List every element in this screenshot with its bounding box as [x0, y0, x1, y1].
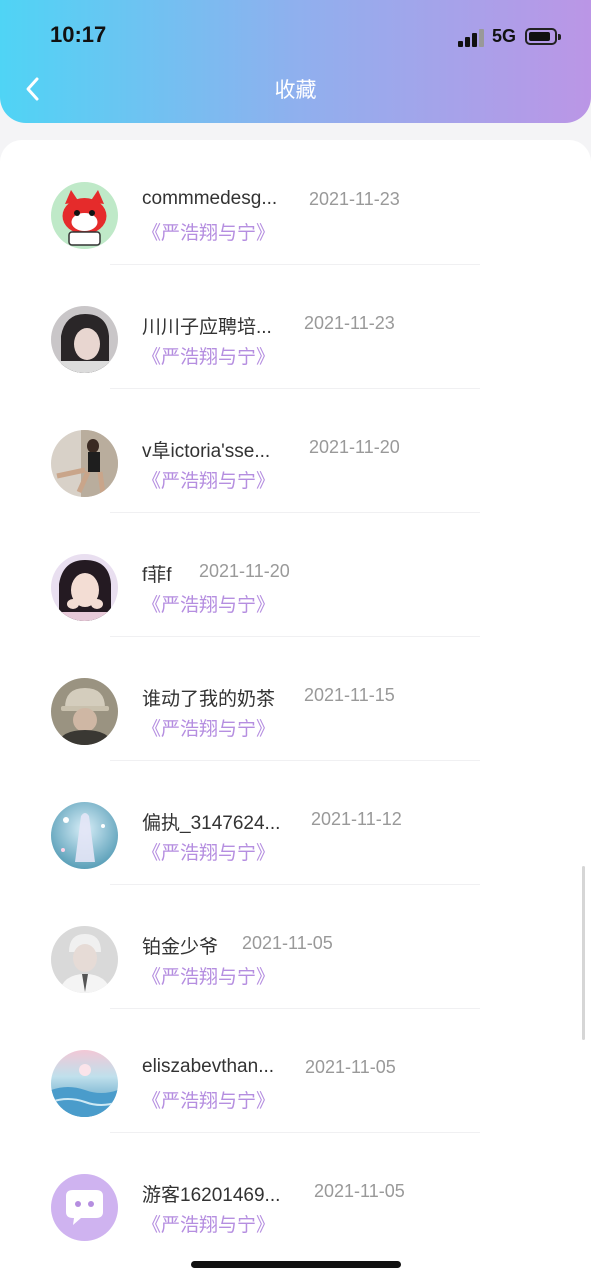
page-title: 收藏 — [274, 79, 317, 102]
list-item[interactable]: eliszabevthan... 2021-11-05 《严浩翔与宁》 — [0, 1008, 591, 1133]
collect-date: 2021-11-05 — [242, 933, 333, 953]
user-name: 偏执_3147624... — [142, 813, 281, 834]
collect-date: 2021-11-20 — [199, 561, 290, 581]
user-name: 谁动了我的奶茶 — [142, 689, 276, 710]
collect-date: 2021-11-23 — [309, 189, 400, 209]
book-title-link[interactable]: 《严浩翔与宁》 — [142, 218, 275, 245]
user-name: 游客16201469... — [142, 1185, 281, 1206]
user-name: v阜ictoria'sse... — [142, 441, 271, 462]
book-title-link[interactable]: 《严浩翔与宁》 — [142, 838, 275, 865]
battery-icon — [525, 28, 561, 45]
book-title-link[interactable]: 《严浩翔与宁》 — [142, 962, 275, 989]
collect-date: 2021-11-05 — [305, 1057, 396, 1077]
home-indicator — [191, 1261, 401, 1268]
user-name: 川川子应聘培... — [142, 317, 272, 338]
collect-date: 2021-11-23 — [304, 313, 395, 333]
avatar — [51, 1174, 118, 1241]
avatar — [51, 802, 118, 869]
chat-bubble-icon — [51, 1174, 118, 1241]
avatar — [51, 678, 118, 745]
collect-date: 2021-11-20 — [309, 437, 400, 457]
favorites-list: commmedesg... 2021-11-23 《严浩翔与宁》 川川子应聘培.… — [0, 140, 591, 1280]
user-name: 铂金少爷 — [142, 937, 219, 958]
avatar — [51, 430, 118, 497]
list-item[interactable]: 偏执_3147624... 2021-11-12 《严浩翔与宁》 — [0, 760, 591, 885]
list-item[interactable]: 游客16201469... 2021-11-05 《严浩翔与宁》 — [0, 1132, 591, 1256]
status-time: 10:17 — [50, 22, 107, 47]
book-title-link[interactable]: 《严浩翔与宁》 — [142, 1210, 275, 1237]
avatar — [51, 306, 118, 373]
list-item[interactable]: commmedesg... 2021-11-23 《严浩翔与宁》 — [0, 140, 591, 265]
avatar — [51, 554, 118, 621]
avatar — [51, 182, 118, 249]
avatar — [51, 926, 118, 993]
user-name: f菲f — [142, 565, 172, 586]
avatar — [51, 1050, 118, 1117]
collect-date: 2021-11-05 — [314, 1181, 405, 1201]
book-title-link[interactable]: 《严浩翔与宁》 — [142, 714, 275, 741]
collect-date: 2021-11-15 — [304, 685, 395, 705]
book-title-link[interactable]: 《严浩翔与宁》 — [142, 342, 275, 369]
book-title-link[interactable]: 《严浩翔与宁》 — [142, 590, 275, 617]
signal-icon — [458, 29, 486, 47]
book-title-link[interactable]: 《严浩翔与宁》 — [142, 1086, 275, 1113]
user-name: commmedesg... — [142, 188, 278, 209]
list-item[interactable]: 谁动了我的奶茶 2021-11-15 《严浩翔与宁》 — [0, 636, 591, 761]
header-bar: 10:17 5G 收藏 — [0, 0, 591, 123]
list-item[interactable]: 川川子应聘培... 2021-11-23 《严浩翔与宁》 — [0, 264, 591, 389]
user-name: eliszabevthan... — [142, 1056, 275, 1077]
collect-date: 2021-11-12 — [311, 809, 402, 829]
network-type: 5G — [492, 26, 517, 46]
scrollbar[interactable] — [582, 866, 585, 1040]
book-title-link[interactable]: 《严浩翔与宁》 — [142, 466, 275, 493]
list-item[interactable]: v阜ictoria'sse... 2021-11-20 《严浩翔与宁》 — [0, 388, 591, 513]
list-item[interactable]: 铂金少爷 2021-11-05 《严浩翔与宁》 — [0, 884, 591, 1009]
list-item[interactable]: f菲f 2021-11-20 《严浩翔与宁》 — [0, 512, 591, 637]
